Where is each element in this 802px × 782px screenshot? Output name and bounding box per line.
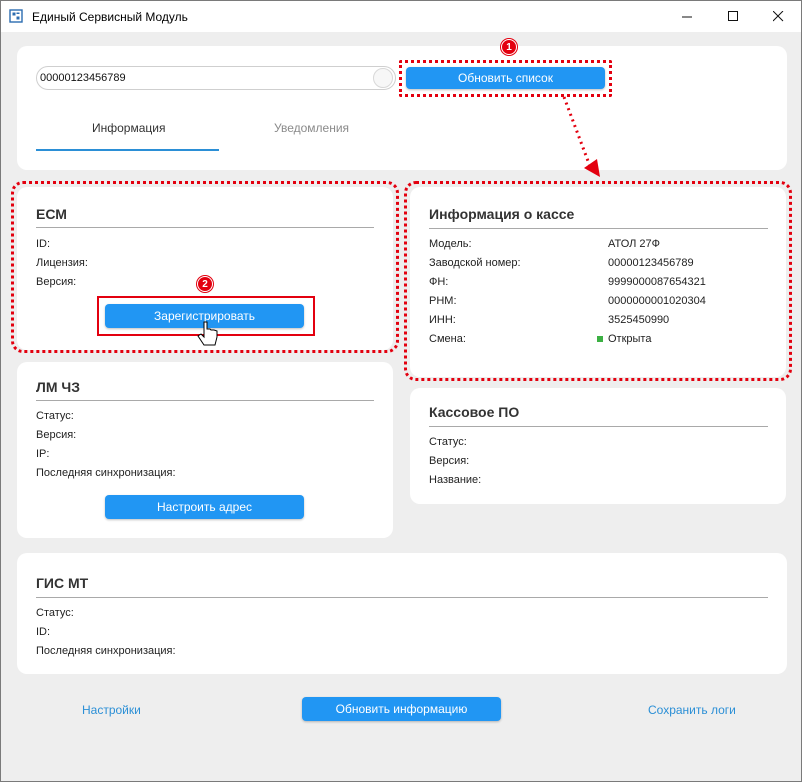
- app-icon: [9, 9, 23, 23]
- title-bar: Единый Сервисный Модуль: [1, 1, 801, 32]
- gis-id-label: ID:: [36, 626, 51, 638]
- lm-version-label: Версия:: [36, 429, 77, 441]
- tab-notifications[interactable]: Уведомления: [274, 121, 349, 135]
- step-badge-1: 1: [501, 39, 517, 55]
- pos-version-label: Версия:: [429, 455, 470, 467]
- close-icon[interactable]: [755, 1, 801, 32]
- settings-link[interactable]: Настройки: [82, 703, 141, 717]
- window-title: Единый Сервисный Модуль: [32, 10, 188, 24]
- lm-title: ЛМ ЧЗ: [36, 379, 80, 395]
- gis-mt-divider: [36, 597, 768, 598]
- lm-sync-label: Последняя синхронизация:: [36, 467, 176, 479]
- pos-software-title: Кассовое ПО: [429, 404, 520, 420]
- save-logs-link[interactable]: Сохранить логи: [648, 703, 736, 717]
- configure-address-button[interactable]: Настроить адрес: [105, 495, 304, 519]
- pos-status-label: Статус:: [429, 436, 467, 448]
- app-window: Единый Сервисный Модуль 00000123456789 О…: [0, 0, 802, 782]
- maximize-icon[interactable]: [710, 1, 756, 32]
- step-badge-2: 2: [197, 276, 213, 292]
- pos-name-label: Название:: [429, 474, 482, 486]
- active-tab-indicator: [36, 149, 219, 151]
- minimize-icon[interactable]: [664, 1, 710, 32]
- search-clear-button[interactable]: [373, 68, 393, 88]
- update-info-button[interactable]: Обновить информацию: [302, 697, 501, 721]
- refresh-highlight-frame: [399, 60, 612, 97]
- tab-information[interactable]: Информация: [92, 121, 165, 135]
- device-search-input[interactable]: 00000123456789: [36, 66, 396, 90]
- lm-divider: [36, 400, 374, 401]
- gis-mt-title: ГИС МТ: [36, 575, 89, 591]
- search-value[interactable]: 00000123456789: [40, 72, 126, 84]
- lm-status-label: Статус:: [36, 410, 74, 422]
- gis-sync-label: Последняя синхронизация:: [36, 645, 176, 657]
- pos-software-divider: [429, 426, 768, 427]
- lm-ip-label: IP:: [36, 448, 50, 460]
- register-highlight-box: [97, 296, 315, 336]
- kassa-highlight-frame: [404, 181, 792, 381]
- gis-status-label: Статус:: [36, 607, 74, 619]
